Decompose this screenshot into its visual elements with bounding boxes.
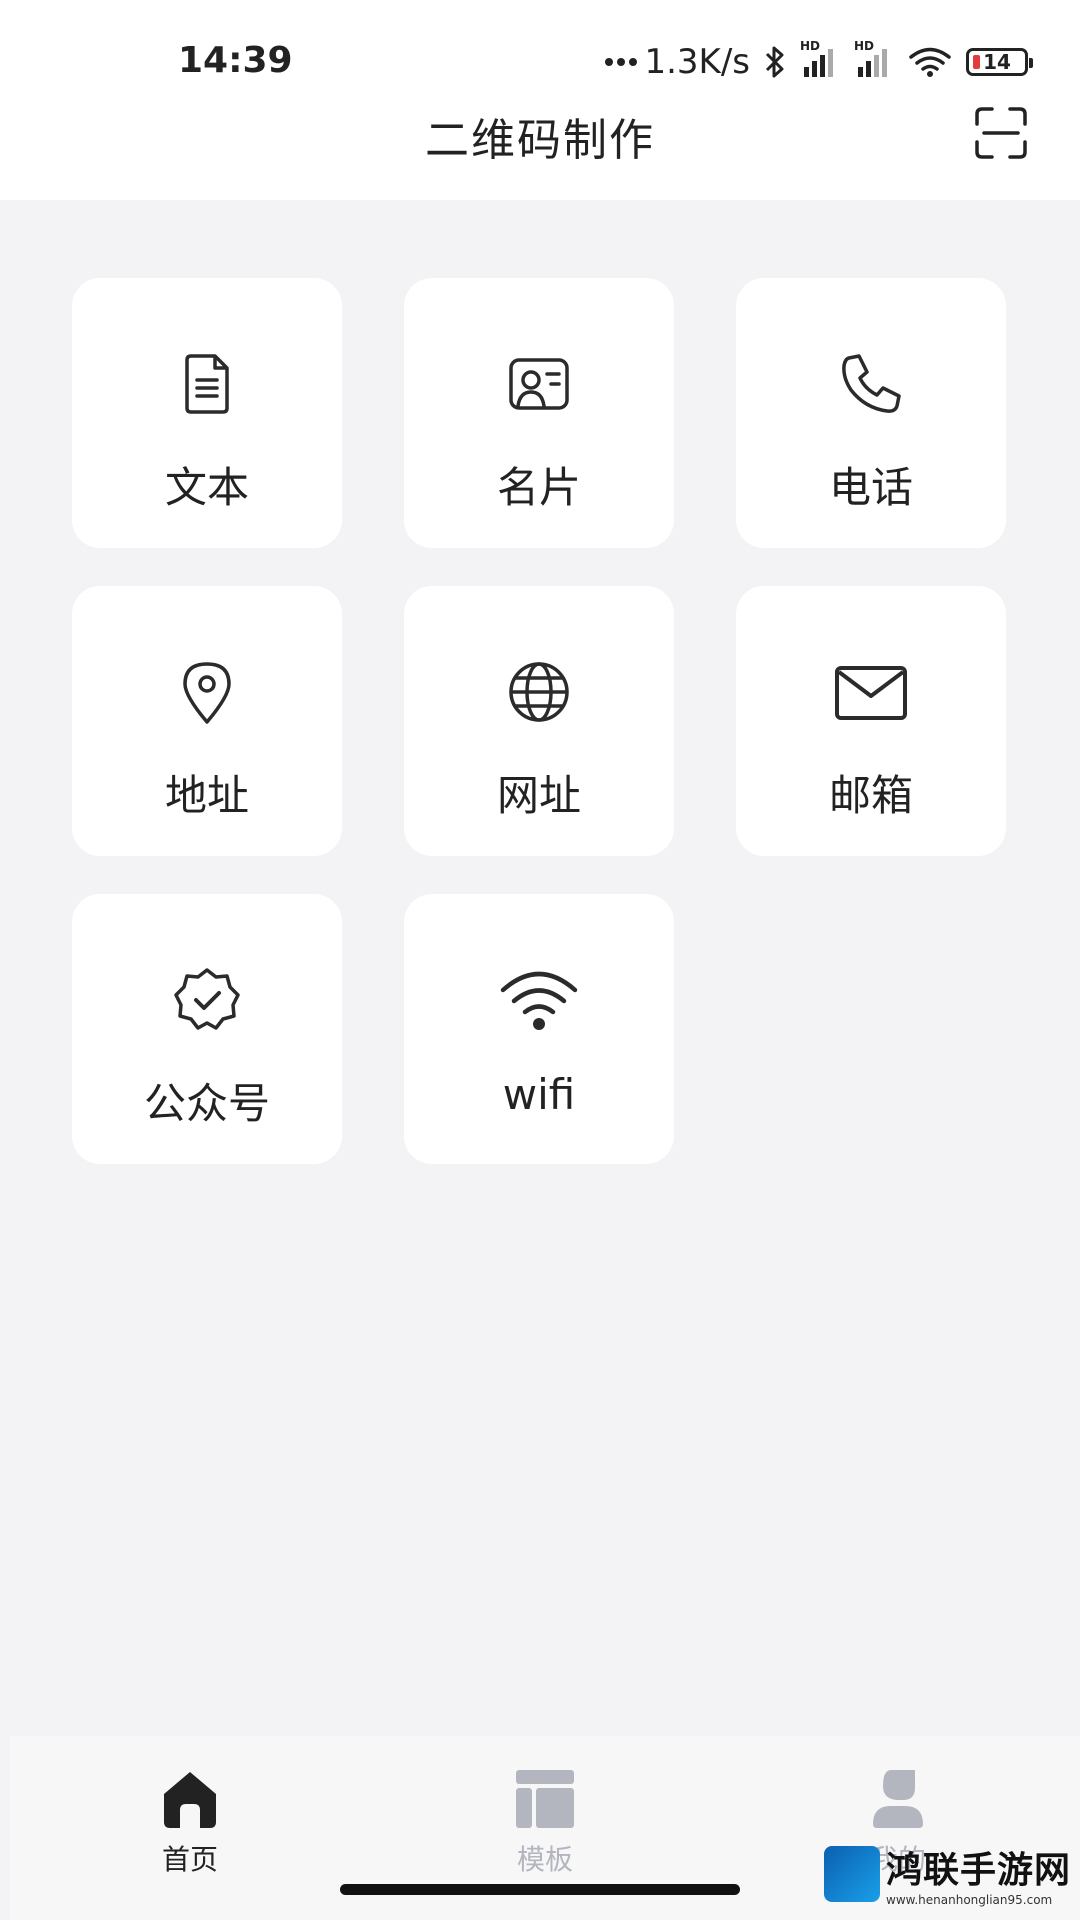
tile-wifi[interactable]: wifi — [404, 894, 674, 1164]
tile-label: wifi — [502, 1070, 576, 1119]
watermark-url: www.henanhonglian95.com — [886, 1893, 1053, 1907]
tile-label: 地址 — [164, 771, 249, 820]
tile-address[interactable]: 地址 — [72, 586, 342, 856]
globe-icon — [509, 662, 569, 722]
tile-business-card[interactable]: 名片 — [404, 278, 674, 548]
bluetooth-icon — [764, 45, 786, 79]
home-indicator[interactable] — [340, 1884, 740, 1895]
signal-icon-sim1: HD — [800, 39, 840, 79]
nav-item-templates[interactable]: 模板 — [465, 1754, 625, 1878]
document-icon — [185, 354, 229, 414]
business-card-icon — [509, 358, 569, 410]
profile-icon — [873, 1770, 923, 1828]
tile-text[interactable]: 文本 — [72, 278, 342, 548]
verified-badge-icon — [174, 968, 240, 1030]
page-title: 二维码制作 — [425, 115, 655, 166]
wifi-icon — [500, 971, 578, 1030]
signal-icon-sim2: HD — [854, 39, 894, 79]
battery-icon: 14 — [966, 48, 1033, 76]
watermark-name: 鸿联手游网 — [886, 1849, 1072, 1891]
mail-icon — [835, 666, 907, 720]
wifi-status-icon — [908, 45, 952, 79]
watermark-logo-icon — [824, 1846, 880, 1902]
tile-phone[interactable]: 电话 — [736, 278, 1006, 548]
nav-item-home[interactable]: 首页 — [110, 1754, 270, 1878]
tile-email[interactable]: 邮箱 — [736, 586, 1006, 856]
tile-label: 文本 — [164, 463, 249, 512]
home-icon — [164, 1772, 216, 1828]
status-time: 14:39 — [178, 40, 293, 81]
tile-label: 网址 — [496, 771, 581, 820]
more-dots-icon — [604, 57, 638, 67]
tile-label: 邮箱 — [828, 771, 913, 820]
net-speed: 1.3K/s — [644, 42, 750, 82]
nav-label: 模板 — [516, 1843, 573, 1876]
scan-icon — [975, 107, 1027, 159]
battery-level: 14 — [983, 50, 1011, 74]
nav-label: 首页 — [161, 1843, 218, 1876]
location-pin-icon — [183, 662, 231, 724]
tile-label: 公众号 — [143, 1079, 270, 1128]
qr-type-grid: 文本 名片 电话 地址 网址 邮箱 公众号 wifi — [72, 278, 1008, 1164]
phone-icon — [842, 354, 901, 413]
scan-button[interactable] — [974, 106, 1028, 160]
status-icons: 1.3K/s HD HD 14 — [604, 39, 1033, 84]
tile-official-account[interactable]: 公众号 — [72, 894, 342, 1164]
tile-label: 名片 — [496, 463, 581, 512]
watermark: 鸿联手游网 www.henanhonglian95.com — [824, 1830, 1072, 1918]
tile-label: 电话 — [828, 463, 913, 512]
template-icon — [516, 1770, 574, 1828]
top-bar: 14:39 1.3K/s HD HD 14 二维码制作 — [0, 0, 1080, 200]
status-bar: 14:39 1.3K/s HD HD 14 — [0, 0, 1080, 120]
tile-url[interactable]: 网址 — [404, 586, 674, 856]
